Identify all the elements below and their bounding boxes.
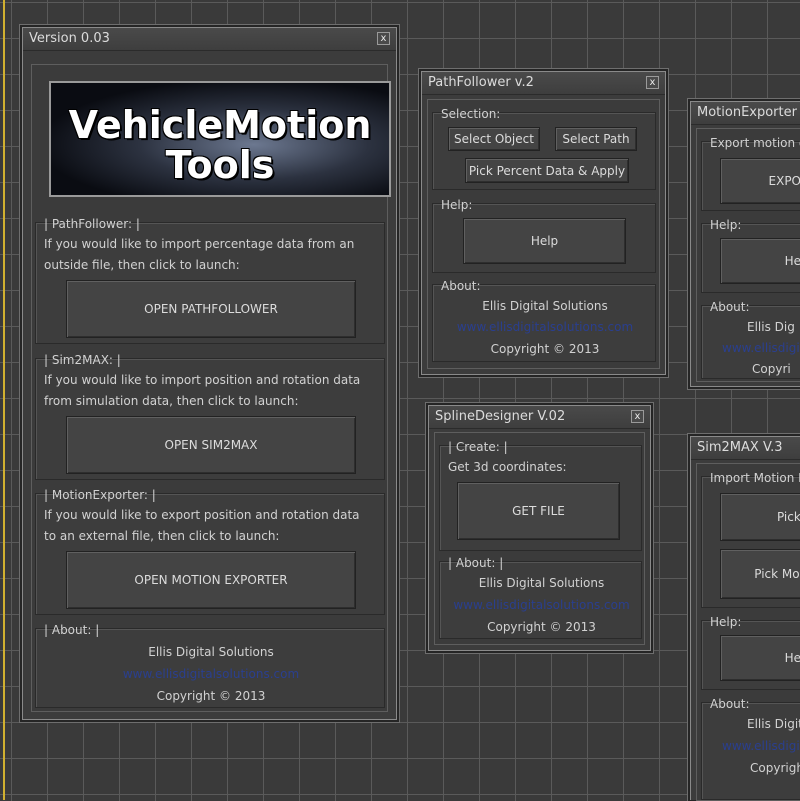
description: If you would like to import position and… xyxy=(44,373,361,387)
selection-group: Selection: Select Object Select Path Pic… xyxy=(432,107,656,190)
sim2max-window: Sim2MAX V.3 Import Motion D Pick C Pick … xyxy=(690,436,800,801)
company-name: Ellis Digital Solutions xyxy=(478,576,605,590)
open-motion-exporter-button[interactable]: OPEN MOTION EXPORTER xyxy=(66,551,356,609)
sim2max-group: | Sim2MAX: | If you would like to import… xyxy=(35,353,385,480)
group-label: Help: xyxy=(441,198,473,212)
copyright: Copyri xyxy=(752,362,791,376)
help-button[interactable]: He xyxy=(720,238,800,284)
about-group: About: Ellis Digit www.ellisdigita Copyr… xyxy=(701,697,800,800)
website-link[interactable]: www.ellisdigitalsolutions.com xyxy=(440,598,643,612)
group-label: Export motion d xyxy=(710,136,800,150)
logo-line-1: VehicleMotion xyxy=(68,103,372,147)
motionexporter-group: | MotionExporter: | If you would like to… xyxy=(35,488,385,615)
pathfollower-window: PathFollower v.2 x Selection: Select Obj… xyxy=(421,71,666,375)
website-link[interactable]: www.ellisdigita xyxy=(722,341,800,355)
description: Get 3d coordinates: xyxy=(448,460,567,474)
pathfollower-titlebar[interactable]: PathFollower v.2 x xyxy=(422,72,665,95)
group-label: | Create: | xyxy=(448,440,508,454)
about-group: About: Ellis Dig www.ellisdigita Copyri xyxy=(701,300,800,379)
splinedesigner-titlebar[interactable]: SplineDesigner V.02 x xyxy=(429,406,650,429)
about-group: | About: | Ellis Digital Solutions www.e… xyxy=(35,623,386,708)
group-label: | MotionExporter: | xyxy=(44,488,156,502)
open-pathfollower-button[interactable]: OPEN PATHFOLLOWER xyxy=(66,280,356,338)
company-name: Ellis Digital Solutions xyxy=(482,299,608,313)
window-title: MotionExporter V xyxy=(697,105,800,120)
window-title: Version 0.03 xyxy=(29,31,110,46)
splinedesigner-window: SplineDesigner V.02 x | Create: | Get 3d… xyxy=(428,405,651,651)
sim2max-panel: Import Motion D Pick C Pick Motio Help: … xyxy=(696,463,800,801)
pick-button[interactable]: Pick C xyxy=(720,493,800,541)
pathfollower-panel: Selection: Select Object Select Path Pic… xyxy=(427,99,660,369)
website-link[interactable]: www.ellisdigita xyxy=(722,739,800,753)
group-label: | About: | xyxy=(44,623,100,637)
window-title: Sim2MAX V.3 xyxy=(697,440,783,455)
main-window-panel: VehicleMotion Tools | PathFollower: | If… xyxy=(31,64,391,712)
group-label: Import Motion D xyxy=(710,471,800,485)
motionexporter-window: MotionExporter V Export motion d EXPO He… xyxy=(690,101,800,387)
description: If you would like to import percentage d… xyxy=(44,237,355,251)
company-name: Ellis Digital Solutions xyxy=(148,645,274,659)
description: to an external file, then click to launc… xyxy=(44,529,280,543)
select-object-button[interactable]: Select Object xyxy=(448,127,540,151)
group-label: About: xyxy=(710,697,750,711)
about-group: About: Ellis Digital Solutions www.ellis… xyxy=(432,279,657,362)
pathfollower-group: | PathFollower: | If you would like to i… xyxy=(35,217,385,344)
close-icon[interactable]: x xyxy=(646,76,659,89)
group-label: Help: xyxy=(710,218,742,232)
open-sim2max-button[interactable]: OPEN SIM2MAX xyxy=(66,416,356,474)
website-link[interactable]: www.ellisdigitalsolutions.com xyxy=(433,320,657,334)
sim2max-titlebar[interactable]: Sim2MAX V.3 xyxy=(691,437,800,460)
help-group: Help: He xyxy=(701,615,800,690)
group-label: Selection: xyxy=(441,107,501,121)
company-name: Ellis Digit xyxy=(747,717,800,731)
help-group: Help: Help xyxy=(432,198,656,273)
window-title: SplineDesigner V.02 xyxy=(435,409,566,424)
group-label: | PathFollower: | xyxy=(44,217,140,231)
main-window-titlebar[interactable]: Version 0.03 x xyxy=(23,28,396,51)
description: If you would like to export position and… xyxy=(44,508,360,522)
motionexporter-titlebar[interactable]: MotionExporter V xyxy=(691,102,800,125)
description: outside file, then click to launch: xyxy=(44,258,240,272)
logo-line-2: Tools xyxy=(165,143,275,187)
close-icon[interactable]: x xyxy=(631,410,644,423)
create-group: | Create: | Get 3d coordinates: GET FILE xyxy=(439,440,642,551)
about-group: | About: | Ellis Digital Solutions www.e… xyxy=(439,556,643,639)
splinedesigner-panel: | Create: | Get 3d coordinates: GET FILE… xyxy=(434,432,645,645)
group-label: About: xyxy=(441,279,481,293)
group-label: Help: xyxy=(710,615,742,629)
copyright: Copyright © 2013 xyxy=(487,620,596,634)
copyright: Copyright © 2013 xyxy=(490,342,600,356)
help-button[interactable]: He xyxy=(720,635,800,681)
close-icon[interactable]: x xyxy=(377,32,390,45)
export-group: Export motion d EXPO xyxy=(701,136,800,211)
group-label: | Sim2MAX: | xyxy=(44,353,121,367)
main-window: Version 0.03 x VehicleMotion Tools | Pat… xyxy=(22,27,397,720)
copyright: Copyrigh xyxy=(750,761,800,775)
viewport-border xyxy=(3,0,5,800)
help-group: Help: He xyxy=(701,218,800,293)
website-link[interactable]: www.ellisdigitalsolutions.com xyxy=(36,667,386,681)
pick-percent-data-button[interactable]: Pick Percent Data & Apply xyxy=(465,158,629,183)
select-path-button[interactable]: Select Path xyxy=(555,127,637,151)
copyright: Copyright © 2013 xyxy=(156,689,266,703)
pick-motion-button[interactable]: Pick Motio xyxy=(720,549,800,599)
group-label: | About: | xyxy=(448,556,504,570)
help-button[interactable]: Help xyxy=(463,218,626,264)
window-title: PathFollower v.2 xyxy=(428,75,534,90)
export-button[interactable]: EXPO xyxy=(720,158,800,204)
import-group: Import Motion D Pick C Pick Motio xyxy=(701,471,800,608)
vehiclemotion-logo: VehicleMotion Tools xyxy=(49,81,391,197)
group-label: About: xyxy=(710,300,750,314)
get-file-button[interactable]: GET FILE xyxy=(457,482,620,540)
motionexporter-panel: Export motion d EXPO Help: He About: Ell… xyxy=(696,128,800,382)
description: from simulation data, then click to laun… xyxy=(44,394,299,408)
company-name: Ellis Dig xyxy=(747,320,795,334)
